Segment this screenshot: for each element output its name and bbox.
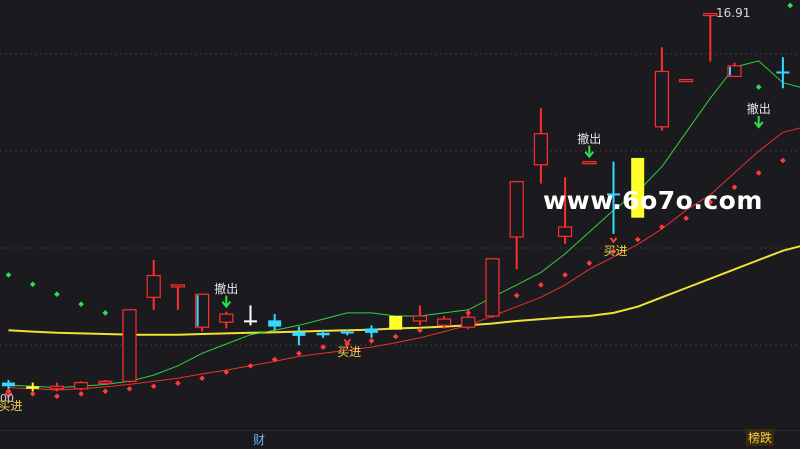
- down-arrow-icon: [222, 296, 230, 307]
- candle-body: [365, 328, 378, 332]
- bottom-left-label[interactable]: 财: [253, 431, 265, 448]
- green-dot: [30, 281, 36, 287]
- red-dot: [127, 386, 133, 392]
- red-dot: [659, 224, 665, 230]
- watermark: www.6o7o.com: [543, 186, 763, 215]
- red-dot: [393, 334, 399, 340]
- candle-body: [413, 316, 426, 321]
- red-dot: [756, 170, 762, 176]
- red-dot: [54, 393, 60, 399]
- candle-body: [583, 162, 596, 164]
- candle-body: [389, 316, 402, 330]
- candle-body: [2, 383, 15, 387]
- red-dot: [369, 338, 375, 344]
- red-dot: [175, 380, 181, 386]
- red-dot: [296, 351, 302, 357]
- candle-body: [462, 317, 475, 327]
- green-dot: [78, 301, 84, 307]
- red-dot: [78, 391, 84, 397]
- bottom-bar: [0, 430, 800, 449]
- green-dot: [102, 310, 108, 316]
- candle-body: [99, 381, 112, 383]
- red-dot: [514, 293, 520, 299]
- candle-body: [704, 14, 717, 16]
- candle-body: [341, 332, 354, 334]
- up-arrow-icon: [611, 238, 617, 242]
- candle-body: [244, 320, 257, 322]
- candle-body: [220, 314, 233, 322]
- candle-body: [50, 386, 63, 388]
- green-dot: [54, 291, 60, 297]
- green-dot: [787, 3, 793, 9]
- candle-body: [75, 383, 88, 389]
- candle-body: [26, 386, 39, 388]
- candle-body: [438, 319, 451, 325]
- bottom-right-label[interactable]: 榜跌: [746, 429, 774, 446]
- candle-body: [559, 227, 572, 236]
- candle-body: [292, 332, 305, 336]
- candle-body: [534, 134, 547, 165]
- down-arrow-icon: [755, 116, 763, 127]
- candle-body: [123, 310, 136, 382]
- red-dot: [780, 158, 786, 164]
- candle-body: [510, 182, 523, 237]
- red-dot: [248, 363, 254, 369]
- left-edge-text: 00: [0, 392, 14, 405]
- candlestick-chart: [0, 0, 800, 448]
- candle-body: [268, 320, 281, 326]
- red-dot: [611, 248, 617, 254]
- green-dot: [756, 84, 762, 90]
- red-dot: [199, 375, 205, 381]
- candle-body: [655, 71, 668, 126]
- red-dot: [30, 391, 36, 397]
- candle-body: [486, 259, 499, 316]
- candle-body: [317, 333, 330, 335]
- red-dot: [586, 260, 592, 266]
- red-dot: [562, 272, 568, 278]
- red-dot: [538, 282, 544, 288]
- candle-body: [147, 276, 160, 298]
- red-dot: [151, 383, 157, 389]
- signal-arrows: [6, 116, 763, 397]
- red-dot: [635, 237, 641, 243]
- candle-body: [776, 71, 789, 73]
- red-dot: [102, 388, 108, 394]
- candle-body: [171, 285, 184, 287]
- red-dot: [683, 215, 689, 221]
- green-dot: [6, 272, 12, 278]
- candle-body: [680, 80, 693, 82]
